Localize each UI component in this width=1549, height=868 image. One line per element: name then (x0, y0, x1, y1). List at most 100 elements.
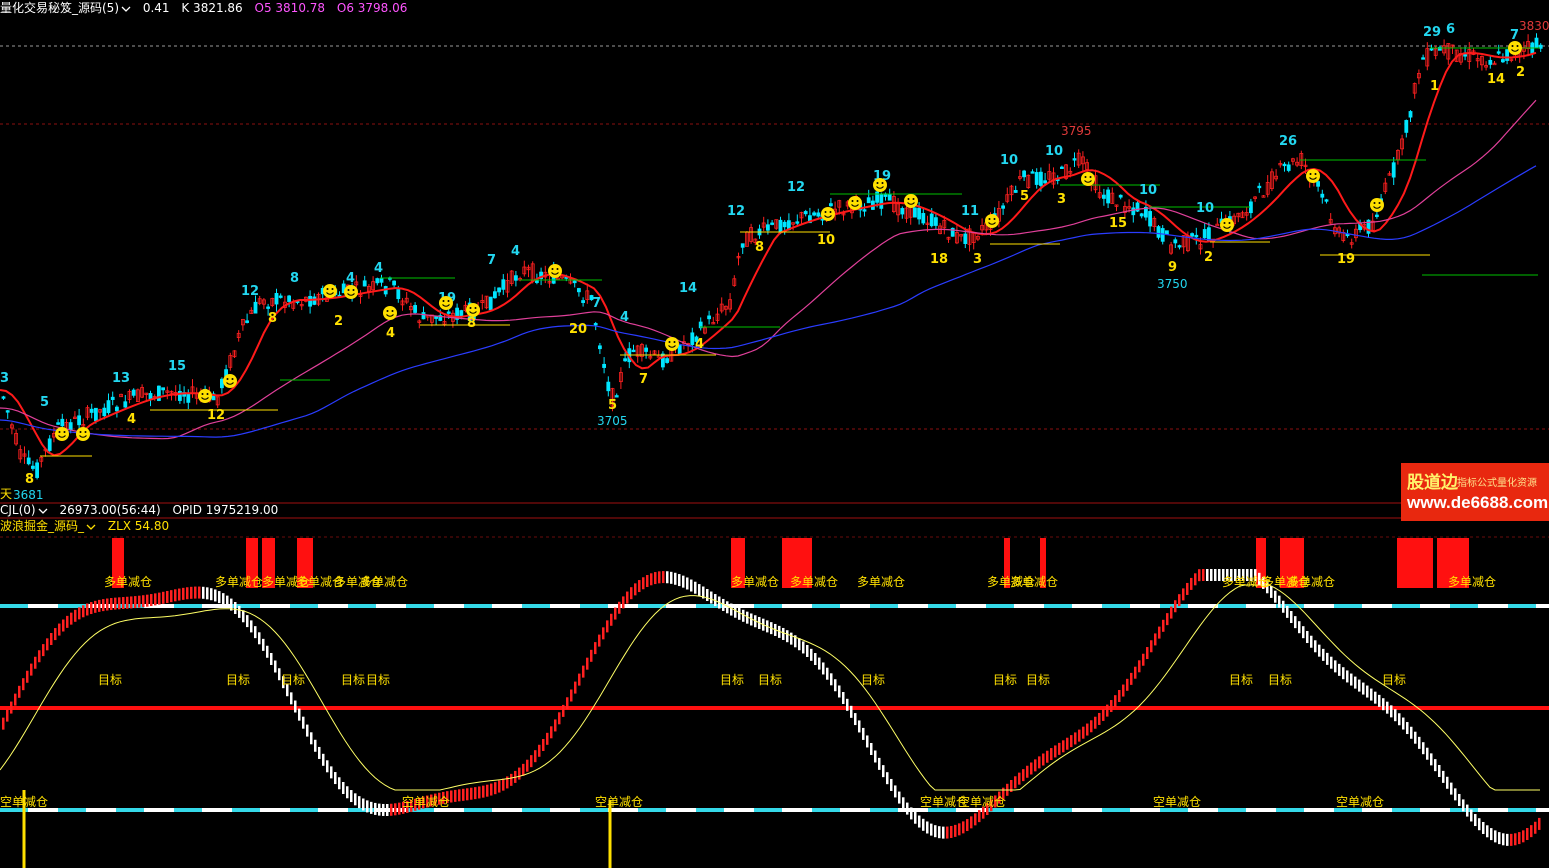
candle-body (1160, 228, 1165, 242)
osc-bar (866, 735, 869, 748)
osc-bar (558, 712, 561, 725)
osc-bar (1338, 663, 1341, 676)
osc-bar (1314, 640, 1317, 653)
osc-bar (1026, 765, 1029, 778)
candle-body (446, 311, 451, 314)
osc-bar (1042, 753, 1045, 766)
target-label: 目标 (281, 673, 305, 687)
price-label-low-mid: 3705 (597, 414, 628, 428)
osc-bar (1122, 684, 1125, 697)
candle-body (879, 194, 884, 209)
smiley-face (1306, 169, 1320, 183)
osc-bar (586, 657, 589, 670)
osc-bar (1458, 793, 1461, 806)
count-label: 4 (511, 244, 520, 259)
candle-body (123, 401, 128, 408)
chevron-down-icon[interactable] (38, 506, 48, 516)
osc-bar (906, 802, 909, 815)
candle-body (1257, 185, 1262, 189)
osc-bar (730, 603, 733, 616)
osc-bar (682, 575, 685, 588)
osc-bar (322, 753, 325, 766)
count-label: 2 (1204, 250, 1213, 265)
osc-bar (1106, 704, 1109, 717)
candle-body (829, 203, 833, 207)
candle-body (115, 406, 119, 412)
candle-body (1039, 171, 1043, 186)
ma-red-line (0, 51, 1537, 457)
signal-marks: 3513151284419747414121219111010101026296… (0, 22, 1525, 487)
candle-body (581, 300, 585, 303)
candle-body (1148, 211, 1152, 227)
target-lines (40, 47, 1540, 457)
candle-body (913, 207, 917, 218)
osc-bar (1322, 648, 1325, 661)
chart-canvas[interactable]: 3513151284419747414121219111010101026296… (0, 0, 1549, 868)
osc-bar (130, 596, 133, 609)
count-label: 14 (1487, 72, 1505, 87)
osc-bar (1022, 769, 1025, 782)
smiley-icon (904, 194, 918, 208)
osc-bar (22, 678, 25, 691)
osc-bar (54, 628, 57, 641)
osc-bar (966, 819, 969, 832)
moving-averages (0, 51, 1537, 457)
candle-body (1043, 180, 1047, 184)
candle-body (1177, 245, 1182, 248)
osc-bar (1306, 631, 1309, 644)
chevron-down-icon[interactable] (121, 4, 131, 14)
osc-bar (38, 650, 41, 663)
osc-bar (642, 577, 645, 590)
osc-bar (610, 613, 613, 626)
candle-body (1156, 226, 1161, 238)
candle-body (816, 212, 821, 217)
count-label: 4 (695, 337, 704, 352)
osc-bar (1082, 726, 1085, 739)
candle-body (497, 287, 502, 293)
osc-bar (98, 599, 101, 612)
osc-bar (1090, 720, 1093, 733)
main-indicator-name[interactable]: 量化交易秘笈_源码(5) (0, 1, 131, 15)
candle-body (1118, 194, 1123, 198)
osc-bar (886, 772, 889, 785)
smiley-eye (1228, 222, 1231, 224)
osc-bar (246, 615, 249, 628)
osc-bar (1478, 818, 1481, 831)
osc-bar (806, 644, 809, 657)
smiley-face (1081, 172, 1095, 186)
smiley-face (1370, 198, 1384, 212)
osc-bar (646, 575, 649, 588)
osc-bar (518, 767, 521, 780)
count-label: 15 (1109, 216, 1127, 231)
count-label: 2 (334, 314, 343, 329)
osc-bar (138, 595, 141, 608)
osc-bar (962, 821, 965, 834)
smiley-icon (1081, 172, 1095, 186)
smiley-eye (551, 268, 554, 270)
smiley-eye (988, 218, 991, 220)
candle-body (106, 400, 111, 414)
osc-bar (1474, 814, 1477, 827)
osc-bar (1406, 722, 1409, 735)
osc-bar (1194, 573, 1197, 586)
osc-bar (1030, 762, 1033, 775)
osc-bar (1534, 821, 1537, 834)
osc-bar (946, 826, 949, 839)
osc-bar (1146, 647, 1149, 660)
candle-body (1034, 172, 1039, 185)
osc-bar (330, 766, 333, 779)
osc-bar (630, 587, 633, 600)
candle-body (1, 396, 6, 399)
smiley-eye (1511, 45, 1514, 47)
smiley-eye (352, 289, 355, 291)
chevron-down-icon[interactable] (86, 522, 96, 532)
osc-bar (590, 649, 593, 662)
price-label-high: 3830 (1519, 19, 1549, 33)
osc-bar (810, 648, 813, 661)
wave-indicator-name[interactable]: 波浪掘金_源码_ (0, 519, 96, 533)
cjl-indicator-name[interactable]: CJL(0) (0, 503, 48, 517)
osc-bar (890, 778, 893, 791)
osc-bar (1398, 713, 1401, 726)
smiley-eye (907, 198, 910, 200)
osc-bar (1346, 670, 1349, 683)
